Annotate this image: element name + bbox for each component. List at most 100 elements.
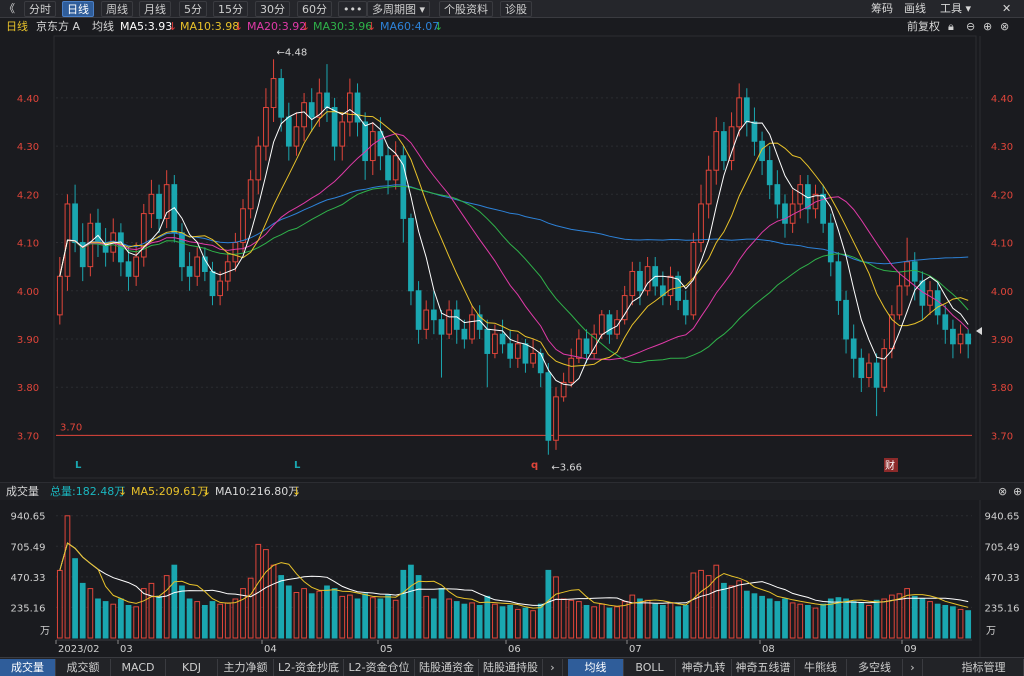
candle-body <box>759 140 765 162</box>
candle-body <box>270 78 277 109</box>
volume-bar <box>805 605 811 639</box>
candle-body <box>835 261 842 301</box>
volume-bar <box>782 598 788 639</box>
candle-body <box>324 92 330 109</box>
price-tick-left: 3.90 <box>17 335 39 346</box>
tab-long-short-line[interactable]: 多空线 <box>847 659 903 676</box>
finance-marker: 财 <box>885 459 895 472</box>
candle-body <box>682 299 689 316</box>
volume-bar <box>667 602 674 639</box>
tab-kdj[interactable]: KDJ <box>166 659 218 676</box>
tab-main-net[interactable]: 主力净额 <box>218 659 274 676</box>
volume-bar <box>843 598 849 639</box>
close-panel-icon[interactable]: ⊗ <box>998 483 1007 501</box>
volume-bar <box>179 585 185 639</box>
volume-bar <box>79 582 86 639</box>
volume-bar <box>110 603 117 639</box>
tab-l2-position[interactable]: L2-资金仓位 <box>344 659 415 676</box>
tab-macd[interactable]: MACD <box>111 659 166 676</box>
tab-turnover[interactable]: 成交额 <box>56 659 111 676</box>
volume-bar <box>408 564 414 639</box>
candle-body <box>866 362 872 379</box>
volume-tick-left: 705.49 <box>11 542 46 553</box>
volume-bar <box>835 597 842 639</box>
volume-header: 成交量 总量:182.48万 ↓ MA5:209.61万 ↓ MA10:216.… <box>0 482 1024 500</box>
candle-body <box>827 222 834 263</box>
volume-bar <box>347 594 353 639</box>
tab-l2-bottom[interactable]: L2-资金抄底 <box>274 659 344 676</box>
volume-bar <box>591 606 598 639</box>
candle-body <box>301 102 307 128</box>
volume-bar <box>461 603 468 639</box>
volume-bar <box>522 607 529 639</box>
price-chart[interactable]: 4.40 4.40 4.30 4.30 4.20 4.20 4.10 4.10 4.00 4.00… <box>0 0 1024 482</box>
volume-chart[interactable]: 940.65 940.65 705.49 705.49 470.33 470.33 235.… <box>0 500 1024 657</box>
volume-bar <box>537 603 544 639</box>
volume-bar <box>690 572 697 639</box>
volume-bar <box>331 588 338 639</box>
tab-hk-connect-holdings[interactable]: 陆股通持股 <box>479 659 543 676</box>
volume-bar <box>774 601 781 639</box>
candle-body <box>125 261 132 277</box>
volume-ma5-arrow-icon: ↓ <box>202 485 212 498</box>
tabs-right-next-icon[interactable]: › <box>903 659 923 676</box>
volume-bar <box>934 603 941 639</box>
tab-magic-nine[interactable]: 神奇九转 <box>676 659 732 676</box>
volume-bar <box>698 569 704 639</box>
tab-bull-bear-line[interactable]: 牛熊线 <box>795 659 847 676</box>
volume-bar <box>324 585 330 639</box>
candle-body <box>728 126 735 162</box>
volume-bar <box>156 595 162 639</box>
volume-bar <box>766 598 773 639</box>
tab-volume[interactable]: 成交量 <box>0 659 56 676</box>
volume-bar <box>736 580 743 639</box>
volume-bar <box>644 599 651 639</box>
candle-body <box>583 338 590 354</box>
volume-bar <box>285 585 292 639</box>
price-tick-right: 4.00 <box>991 287 1013 298</box>
volume-bar <box>278 575 285 639</box>
volume-bar <box>499 606 506 639</box>
candle-body <box>339 121 346 147</box>
candle-body <box>705 169 712 205</box>
candle-body <box>392 155 399 181</box>
volume-tick-left: 940.65 <box>11 512 46 523</box>
volume-ma10: MA10:216.80万 <box>215 485 300 498</box>
volume-total: 总量:182.48万 <box>50 485 126 498</box>
expand-panel-icon[interactable]: ⊕ <box>1013 483 1022 501</box>
tab-ma[interactable]: 均线 <box>568 659 624 676</box>
candle-body <box>499 333 506 345</box>
volume-bar <box>369 597 376 639</box>
volume-bar <box>446 598 452 639</box>
tab-magic-five-lines[interactable]: 神奇五线谱 <box>732 659 795 676</box>
tab-hk-connect-funds[interactable]: 陆股通资金 <box>415 659 479 676</box>
volume-bar <box>201 605 208 639</box>
volume-tick-right: 940.65 <box>985 512 1020 523</box>
volume-bar <box>56 569 63 639</box>
volume-bar <box>430 598 437 639</box>
volume-bar <box>858 602 865 639</box>
volume-bar <box>194 601 201 639</box>
indicator-manage-button[interactable]: 指标管理 <box>944 659 1024 676</box>
volume-bar <box>423 595 430 639</box>
price-tick-right: 4.30 <box>991 142 1013 153</box>
volume-bar <box>721 582 727 639</box>
tabs-next-icon[interactable]: › <box>543 659 563 676</box>
candle-body <box>217 280 223 297</box>
last-price-pointer-icon <box>976 327 982 335</box>
candle-body <box>545 372 552 441</box>
volume-title[interactable]: 成交量 <box>6 483 39 501</box>
price-tick-left: 4.40 <box>17 94 39 105</box>
tab-boll[interactable]: BOLL <box>624 659 676 676</box>
volume-bar <box>95 598 101 639</box>
candle-body <box>774 184 781 205</box>
candle-body <box>148 193 155 215</box>
candle-body <box>469 314 475 340</box>
candle-body <box>576 338 582 359</box>
candle-body <box>873 362 880 388</box>
candle-body <box>698 203 704 244</box>
volume-ma10-arrow-icon: ↓ <box>292 485 302 498</box>
volume-bar <box>652 603 659 639</box>
volume-bar <box>896 593 903 639</box>
candle-body <box>377 131 384 157</box>
